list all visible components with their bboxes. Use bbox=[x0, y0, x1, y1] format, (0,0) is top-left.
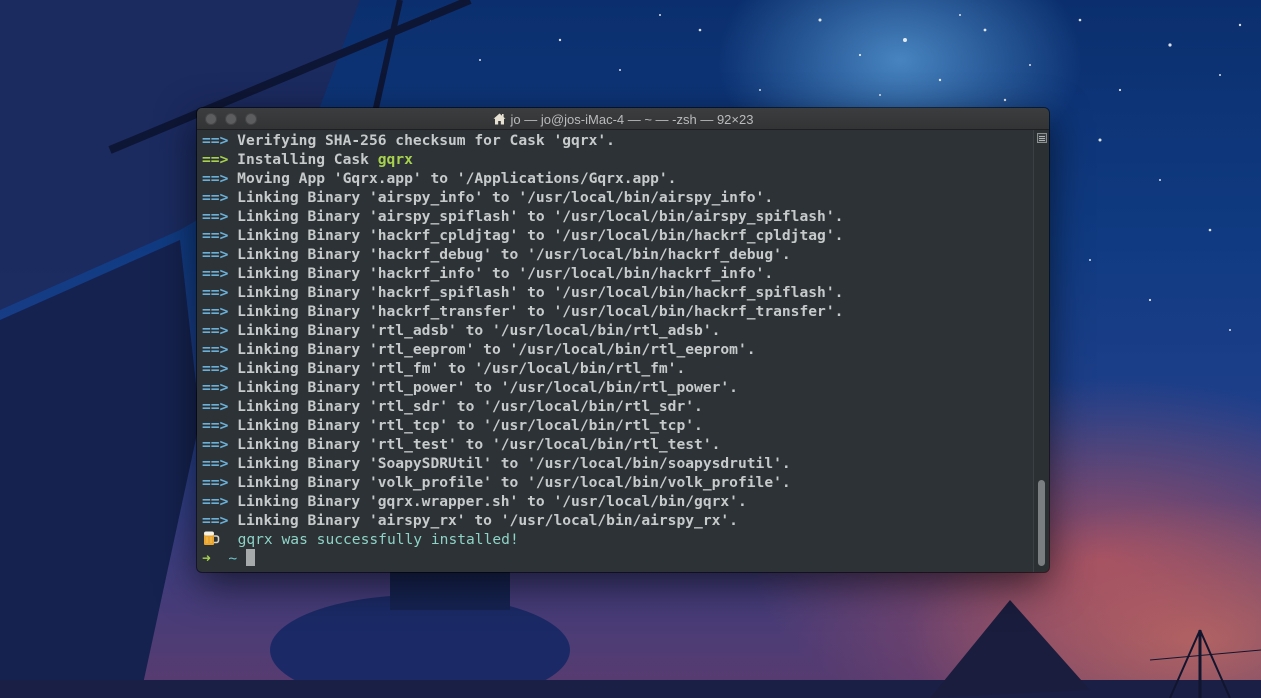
terminal-line: ==> Verifying SHA-256 checksum for Cask … bbox=[202, 131, 1033, 150]
prompt-line[interactable]: ➜ ~ bbox=[202, 549, 1033, 568]
terminal-line-text: Installing Cask bbox=[237, 151, 378, 168]
terminal-line-text: Linking Binary 'gqrx.wrapper.sh' to '/us… bbox=[237, 493, 747, 510]
terminal-output[interactable]: ==> Verifying SHA-256 checksum for Cask … bbox=[197, 130, 1033, 572]
terminal-line: ==> Linking Binary 'rtl_eeprom' to '/usr… bbox=[202, 340, 1033, 359]
terminal-line-text: Linking Binary 'rtl_power' to '/usr/loca… bbox=[237, 379, 738, 396]
terminal-window[interactable]: jo — jo@jos-iMac-4 — ~ — -zsh — 92×23 ==… bbox=[197, 108, 1049, 572]
terminal-line: ==> Moving App 'Gqrx.app' to '/Applicati… bbox=[202, 169, 1033, 188]
terminal-line: ==> Linking Binary 'rtl_test' to '/usr/l… bbox=[202, 435, 1033, 454]
terminal-line-text: Linking Binary 'rtl_fm' to '/usr/local/b… bbox=[237, 360, 686, 377]
terminal-line: ==> Linking Binary 'rtl_tcp' to '/usr/lo… bbox=[202, 416, 1033, 435]
brew-arrow-marker: ==> bbox=[202, 322, 229, 339]
terminal-line: ==> Linking Binary 'rtl_power' to '/usr/… bbox=[202, 378, 1033, 397]
brew-arrow-marker: ==> bbox=[202, 379, 229, 396]
brew-arrow-marker: ==> bbox=[202, 474, 229, 491]
terminal-line-text: Linking Binary 'SoapySDRUtil' to '/usr/l… bbox=[237, 455, 791, 472]
title-bar[interactable]: jo — jo@jos-iMac-4 — ~ — -zsh — 92×23 bbox=[197, 108, 1049, 130]
prompt-arrow-icon: ➜ bbox=[202, 550, 211, 567]
text-cursor[interactable] bbox=[245, 549, 255, 566]
terminal-line: ==> Linking Binary 'volk_profile' to '/u… bbox=[202, 473, 1033, 492]
brew-arrow-marker: ==> bbox=[202, 417, 229, 434]
terminal-line-text: Linking Binary 'rtl_adsb' to '/usr/local… bbox=[237, 322, 721, 339]
terminal-line-text: Linking Binary 'hackrf_debug' to '/usr/l… bbox=[237, 246, 791, 263]
prompt-directory: ~ bbox=[228, 550, 238, 567]
terminal-line: ==> Linking Binary 'rtl_sdr' to '/usr/lo… bbox=[202, 397, 1033, 416]
brew-arrow-marker: ==> bbox=[202, 493, 229, 510]
brew-arrow-marker: ==> bbox=[202, 265, 229, 282]
terminal-line-text: Linking Binary 'airspy_info' to '/usr/lo… bbox=[237, 189, 774, 206]
brew-arrow-marker: ==> bbox=[202, 246, 229, 263]
brew-arrow-marker: ==> bbox=[202, 132, 229, 149]
scrollbar[interactable] bbox=[1033, 130, 1049, 572]
window-title: jo — jo@jos-iMac-4 — ~ — -zsh — 92×23 bbox=[510, 111, 754, 127]
terminal-line-text: Linking Binary 'rtl_sdr' to '/usr/local/… bbox=[237, 398, 703, 415]
brew-arrow-marker: ==> bbox=[202, 303, 229, 320]
terminal-line-text: Linking Binary 'rtl_tcp' to '/usr/local/… bbox=[237, 417, 703, 434]
terminal-line: ==> Linking Binary 'airspy_rx' to '/usr/… bbox=[202, 511, 1033, 530]
brew-arrow-marker: ==> bbox=[202, 360, 229, 377]
split-pane-icon[interactable] bbox=[1037, 133, 1047, 143]
terminal-line: ==> Linking Binary 'hackrf_transfer' to … bbox=[202, 302, 1033, 321]
terminal-line: ==> Linking Binary 'airspy_spiflash' to … bbox=[202, 207, 1033, 226]
terminal-line: ==> Installing Cask gqrx bbox=[202, 150, 1033, 169]
success-message: gqrx was successfully installed! bbox=[237, 531, 519, 548]
terminal-line: ==> Linking Binary 'hackrf_spiflash' to … bbox=[202, 283, 1033, 302]
brew-arrow-marker: ==> bbox=[202, 189, 229, 206]
terminal-line-text: Linking Binary 'hackrf_cpldjtag' to '/us… bbox=[237, 227, 844, 244]
terminal-line-text: Linking Binary 'volk_profile' to '/usr/l… bbox=[237, 474, 791, 491]
terminal-line-text: Linking Binary 'rtl_test' to '/usr/local… bbox=[237, 436, 721, 453]
terminal-line-text: Linking Binary 'airspy_rx' to '/usr/loca… bbox=[237, 512, 738, 529]
beer-mug-icon bbox=[202, 530, 220, 546]
terminal-line-text: Linking Binary 'rtl_eeprom' to '/usr/loc… bbox=[237, 341, 756, 358]
terminal-line-text: Verifying SHA-256 checksum for Cask 'gqr… bbox=[237, 132, 615, 149]
terminal-line-text: Linking Binary 'hackrf_transfer' to '/us… bbox=[237, 303, 844, 320]
terminal-line: ==> Linking Binary 'hackrf_cpldjtag' to … bbox=[202, 226, 1033, 245]
brew-arrow-marker: ==> bbox=[202, 284, 229, 301]
brew-arrow-marker: ==> bbox=[202, 208, 229, 225]
terminal-line-text: Linking Binary 'hackrf_info' to '/usr/lo… bbox=[237, 265, 774, 282]
terminal-line: ==> Linking Binary 'airspy_info' to '/us… bbox=[202, 188, 1033, 207]
terminal-line: ==> Linking Binary 'hackrf_debug' to '/u… bbox=[202, 245, 1033, 264]
terminal-line: ==> Linking Binary 'rtl_adsb' to '/usr/l… bbox=[202, 321, 1033, 340]
scrollbar-thumb[interactable] bbox=[1038, 480, 1045, 566]
brew-arrow-marker: ==> bbox=[202, 398, 229, 415]
brew-arrow-marker: ==> bbox=[202, 151, 229, 168]
success-line: gqrx was successfully installed! bbox=[202, 530, 1033, 549]
brew-arrow-marker: ==> bbox=[202, 455, 229, 472]
brew-arrow-marker: ==> bbox=[202, 341, 229, 358]
terminal-line-text: Linking Binary 'hackrf_spiflash' to '/us… bbox=[237, 284, 844, 301]
terminal-line-text: Moving App 'Gqrx.app' to '/Applications/… bbox=[237, 170, 677, 187]
home-icon bbox=[493, 113, 506, 125]
brew-arrow-marker: ==> bbox=[202, 227, 229, 244]
package-name: gqrx bbox=[377, 151, 413, 168]
terminal-line: ==> Linking Binary 'hackrf_info' to '/us… bbox=[202, 264, 1033, 283]
brew-arrow-marker: ==> bbox=[202, 512, 229, 529]
terminal-line: ==> Linking Binary 'SoapySDRUtil' to '/u… bbox=[202, 454, 1033, 473]
terminal-line: ==> Linking Binary 'gqrx.wrapper.sh' to … bbox=[202, 492, 1033, 511]
terminal-line: ==> Linking Binary 'rtl_fm' to '/usr/loc… bbox=[202, 359, 1033, 378]
brew-arrow-marker: ==> bbox=[202, 436, 229, 453]
terminal-line-text: Linking Binary 'airspy_spiflash' to '/us… bbox=[237, 208, 844, 225]
window-title-container: jo — jo@jos-iMac-4 — ~ — -zsh — 92×23 bbox=[197, 108, 1049, 130]
brew-arrow-marker: ==> bbox=[202, 170, 229, 187]
